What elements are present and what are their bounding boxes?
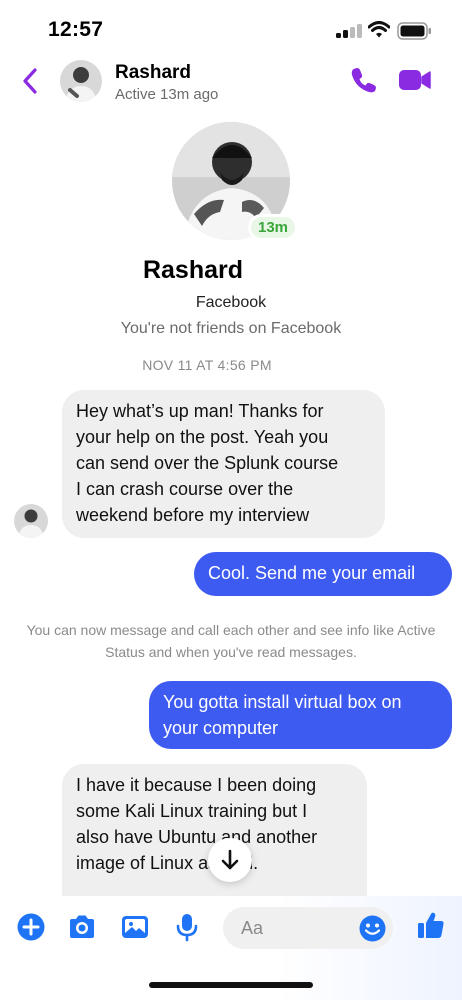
signal-icon (336, 24, 362, 38)
avatar-photo (60, 60, 102, 102)
message-line: You gotta install virtual box on (163, 692, 402, 712)
message-line: I have it because I been doing (76, 775, 317, 795)
plus-icon[interactable] (16, 912, 46, 942)
message-line: some Kali Linux training but I (76, 801, 308, 821)
message-line: can send over the Splunk course (76, 453, 339, 473)
status-bar: 12:57 (0, 0, 462, 56)
active-status: Active 13m ago (115, 86, 219, 103)
status-time: 12:57 (48, 18, 104, 41)
conversation-timestamp: NOV 11 AT 4:56 PM (142, 357, 272, 373)
avatar[interactable] (60, 60, 102, 102)
emoji-icon[interactable] (359, 915, 386, 942)
message-line: Hey what’s up man! Thanks for (76, 401, 324, 421)
microphone-icon[interactable] (172, 912, 202, 942)
wifi-icon (368, 21, 390, 38)
message-line: your help on the post. Yeah you (76, 427, 329, 447)
video-camera-icon[interactable] (398, 66, 432, 94)
outgoing-message[interactable]: You gotta install virtual box on your co… (149, 681, 452, 749)
home-indicator (149, 982, 313, 988)
message-line: I can crash course over the (76, 479, 294, 499)
back-chevron-icon[interactable] (20, 66, 40, 96)
message-line: weekend before my interview (76, 505, 310, 525)
battery-icon (397, 22, 431, 40)
thumbs-up-icon[interactable] (416, 910, 446, 940)
contact-name[interactable]: Rashard (115, 62, 191, 84)
incoming-message[interactable]: I have it because I been doing some Kali… (62, 764, 367, 914)
chat-header: Rashard Active 13m ago (0, 56, 462, 108)
friendship-status: You're not friends on Facebook (120, 320, 342, 337)
outgoing-message[interactable]: Cool. Send me your email (194, 552, 452, 596)
active-time-badge: 13m (248, 214, 299, 241)
scroll-to-bottom-button[interactable] (208, 838, 252, 882)
message-line: Cool. Send me your email (208, 563, 416, 583)
image-icon[interactable] (120, 912, 150, 942)
profile-platform: Facebook (195, 294, 267, 311)
system-message: You can now message and call each other … (26, 622, 436, 660)
incoming-message[interactable]: Hey what’s up man! Thanks for your help … (62, 390, 385, 538)
message-line: your computer (163, 718, 279, 738)
arrow-down-icon (221, 849, 239, 870)
phone-icon[interactable] (350, 66, 378, 94)
camera-icon[interactable] (67, 912, 97, 942)
sender-avatar[interactable] (14, 504, 48, 538)
profile-name: Rashard (142, 256, 244, 284)
sender-photo (14, 504, 48, 538)
